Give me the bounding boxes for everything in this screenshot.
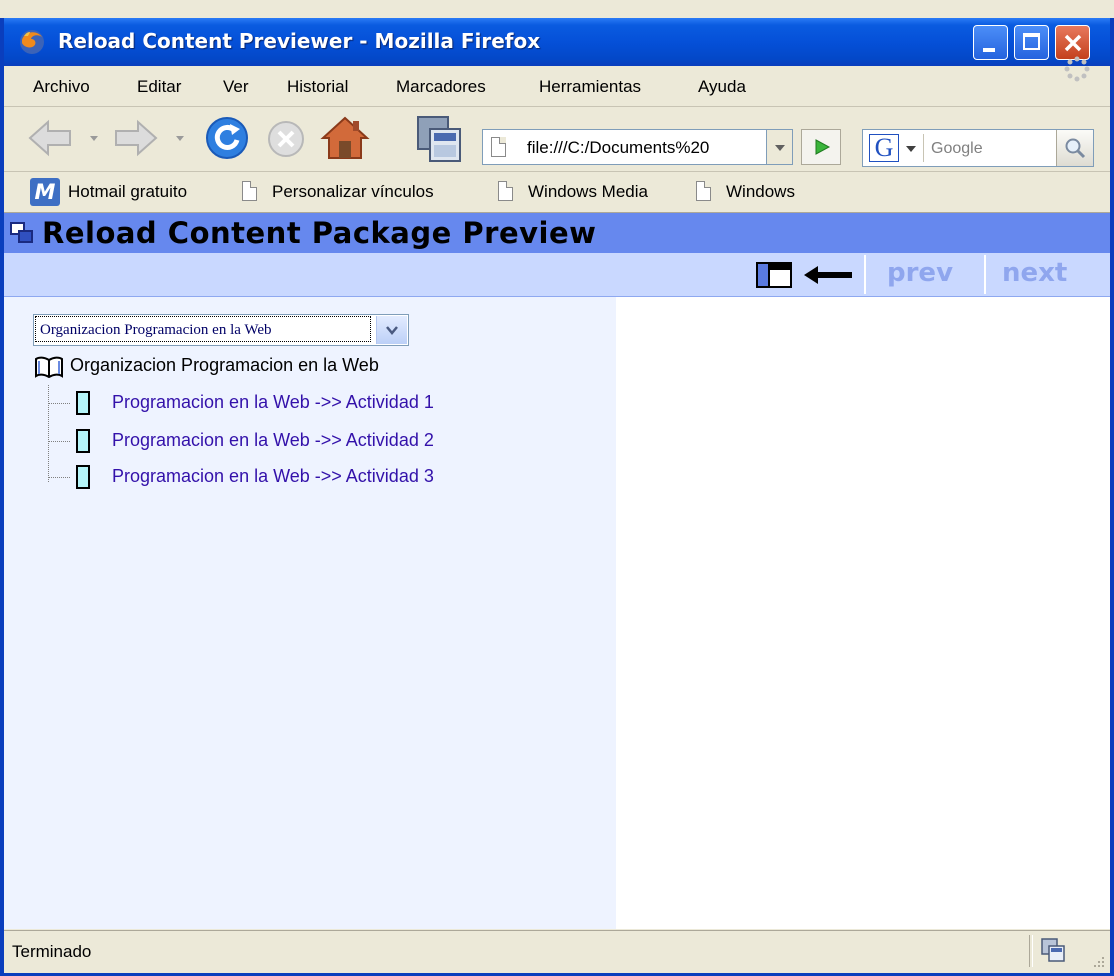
bookmark-personalizar[interactable]: Personalizar vínculos xyxy=(272,182,434,202)
firefox-icon xyxy=(20,30,44,54)
bookmark-windows-media[interactable]: Windows Media xyxy=(528,182,648,202)
preview-toolbar: prev next xyxy=(4,253,1110,297)
tree-connector xyxy=(48,441,70,442)
bookmark-hotmail[interactable]: Hotmail gratuito xyxy=(68,182,187,202)
page-leaf-icon xyxy=(76,391,90,415)
close-button[interactable] xyxy=(1055,25,1090,60)
window-title: Reload Content Previewer - Mozilla Firef… xyxy=(58,29,541,53)
bookmarks-toolbar: M Hotmail gratuito Personalizar vínculos… xyxy=(4,172,1110,213)
menu-ayuda[interactable]: Ayuda xyxy=(698,77,746,97)
bookmark-page-icon xyxy=(498,181,513,201)
tree-connector xyxy=(48,477,70,478)
resize-grip-icon[interactable] xyxy=(1090,953,1106,969)
search-engine-selector[interactable]: G xyxy=(867,134,924,162)
home-icon[interactable] xyxy=(320,115,370,161)
forward-arrow-icon[interactable] xyxy=(112,117,160,159)
url-history-dropdown[interactable] xyxy=(767,129,793,165)
banner-title: Reload Content Package Preview xyxy=(42,216,597,250)
select-arrow[interactable] xyxy=(376,316,407,344)
search-box[interactable]: G Google xyxy=(862,129,1094,167)
back-arrow-icon[interactable] xyxy=(26,117,74,159)
collapse-arrow-icon[interactable] xyxy=(802,264,854,286)
menu-ver[interactable]: Ver xyxy=(223,77,249,97)
chevron-down-icon xyxy=(386,326,398,335)
forward-dropdown-icon[interactable] xyxy=(174,133,186,143)
status-text: Terminado xyxy=(12,942,92,961)
page-layout-icon[interactable] xyxy=(416,115,462,163)
menu-herramientas[interactable]: Herramientas xyxy=(539,77,641,97)
url-text[interactable]: file:///C:/Documents%20 xyxy=(527,138,753,158)
close-icon xyxy=(1064,34,1082,52)
background-taskbar-strip xyxy=(0,0,1114,18)
search-button[interactable] xyxy=(1056,130,1093,166)
menu-archivo[interactable]: Archivo xyxy=(33,77,90,97)
back-dropdown-icon[interactable] xyxy=(88,133,100,143)
go-arrow-icon xyxy=(815,139,831,155)
toggle-toc-icon[interactable] xyxy=(756,262,792,288)
page-leaf-icon xyxy=(76,429,90,453)
tree-connector xyxy=(48,403,70,404)
tree-item-label[interactable]: Programacion en la Web ->> Actividad 2 xyxy=(112,430,434,451)
bookmark-page-icon xyxy=(242,181,257,201)
tree-item-label[interactable]: Programacion en la Web ->> Actividad 3 xyxy=(112,466,434,487)
toolbar-separator xyxy=(864,255,866,294)
engine-dropdown-icon xyxy=(906,146,916,152)
title-bar[interactable]: Reload Content Previewer - Mozilla Firef… xyxy=(4,18,1110,66)
google-icon: G xyxy=(869,134,899,162)
popup-blocker-icon[interactable] xyxy=(1040,937,1066,963)
toc-pane: Organizacion Programacion en la Web Orga… xyxy=(4,297,616,929)
organization-select-value: Organizacion Programacion en la Web xyxy=(35,316,371,342)
next-button[interactable]: next xyxy=(1002,258,1067,288)
reload-icon[interactable] xyxy=(204,115,250,161)
throbber-icon xyxy=(1064,56,1090,82)
bookmark-page-icon xyxy=(696,181,711,201)
menu-marcadores[interactable]: Marcadores xyxy=(396,77,486,97)
maximize-icon xyxy=(1023,33,1040,50)
page-icon xyxy=(491,137,506,157)
prev-button[interactable]: prev xyxy=(887,258,953,288)
tree-root-label[interactable]: Organizacion Programacion en la Web xyxy=(70,355,379,376)
menu-editar[interactable]: Editar xyxy=(137,77,181,97)
bookmark-windows[interactable]: Windows xyxy=(726,182,795,202)
reload-logo-icon xyxy=(10,222,33,243)
page-content: Reload Content Package Preview prev next… xyxy=(4,213,1110,929)
page-leaf-icon xyxy=(76,465,90,489)
tree-connector xyxy=(48,385,49,482)
go-button[interactable] xyxy=(801,129,841,165)
minimize-icon xyxy=(983,48,995,52)
minimize-button[interactable] xyxy=(973,25,1008,60)
chevron-down-icon xyxy=(775,145,785,151)
preview-banner: Reload Content Package Preview xyxy=(4,213,1110,253)
stop-icon[interactable] xyxy=(266,119,306,159)
organization-select[interactable]: Organizacion Programacion en la Web xyxy=(33,314,409,346)
maximize-button[interactable] xyxy=(1014,25,1049,60)
menu-bar: Archivo Editar Ver Historial Marcadores … xyxy=(4,66,1110,107)
status-bar: Terminado xyxy=(4,930,1110,973)
hotmail-icon: M xyxy=(30,178,60,206)
toolbar-separator xyxy=(984,255,986,294)
status-separator xyxy=(1029,935,1033,967)
search-placeholder: Google xyxy=(931,140,983,157)
tree-item-label[interactable]: Programacion en la Web ->> Actividad 1 xyxy=(112,392,434,413)
menu-historial[interactable]: Historial xyxy=(287,77,348,97)
open-book-icon xyxy=(35,356,63,378)
url-bar[interactable]: file:///C:/Documents%20 xyxy=(482,129,767,165)
browser-window: Reload Content Previewer - Mozilla Firef… xyxy=(0,18,1114,976)
magnifier-icon xyxy=(1065,138,1086,159)
